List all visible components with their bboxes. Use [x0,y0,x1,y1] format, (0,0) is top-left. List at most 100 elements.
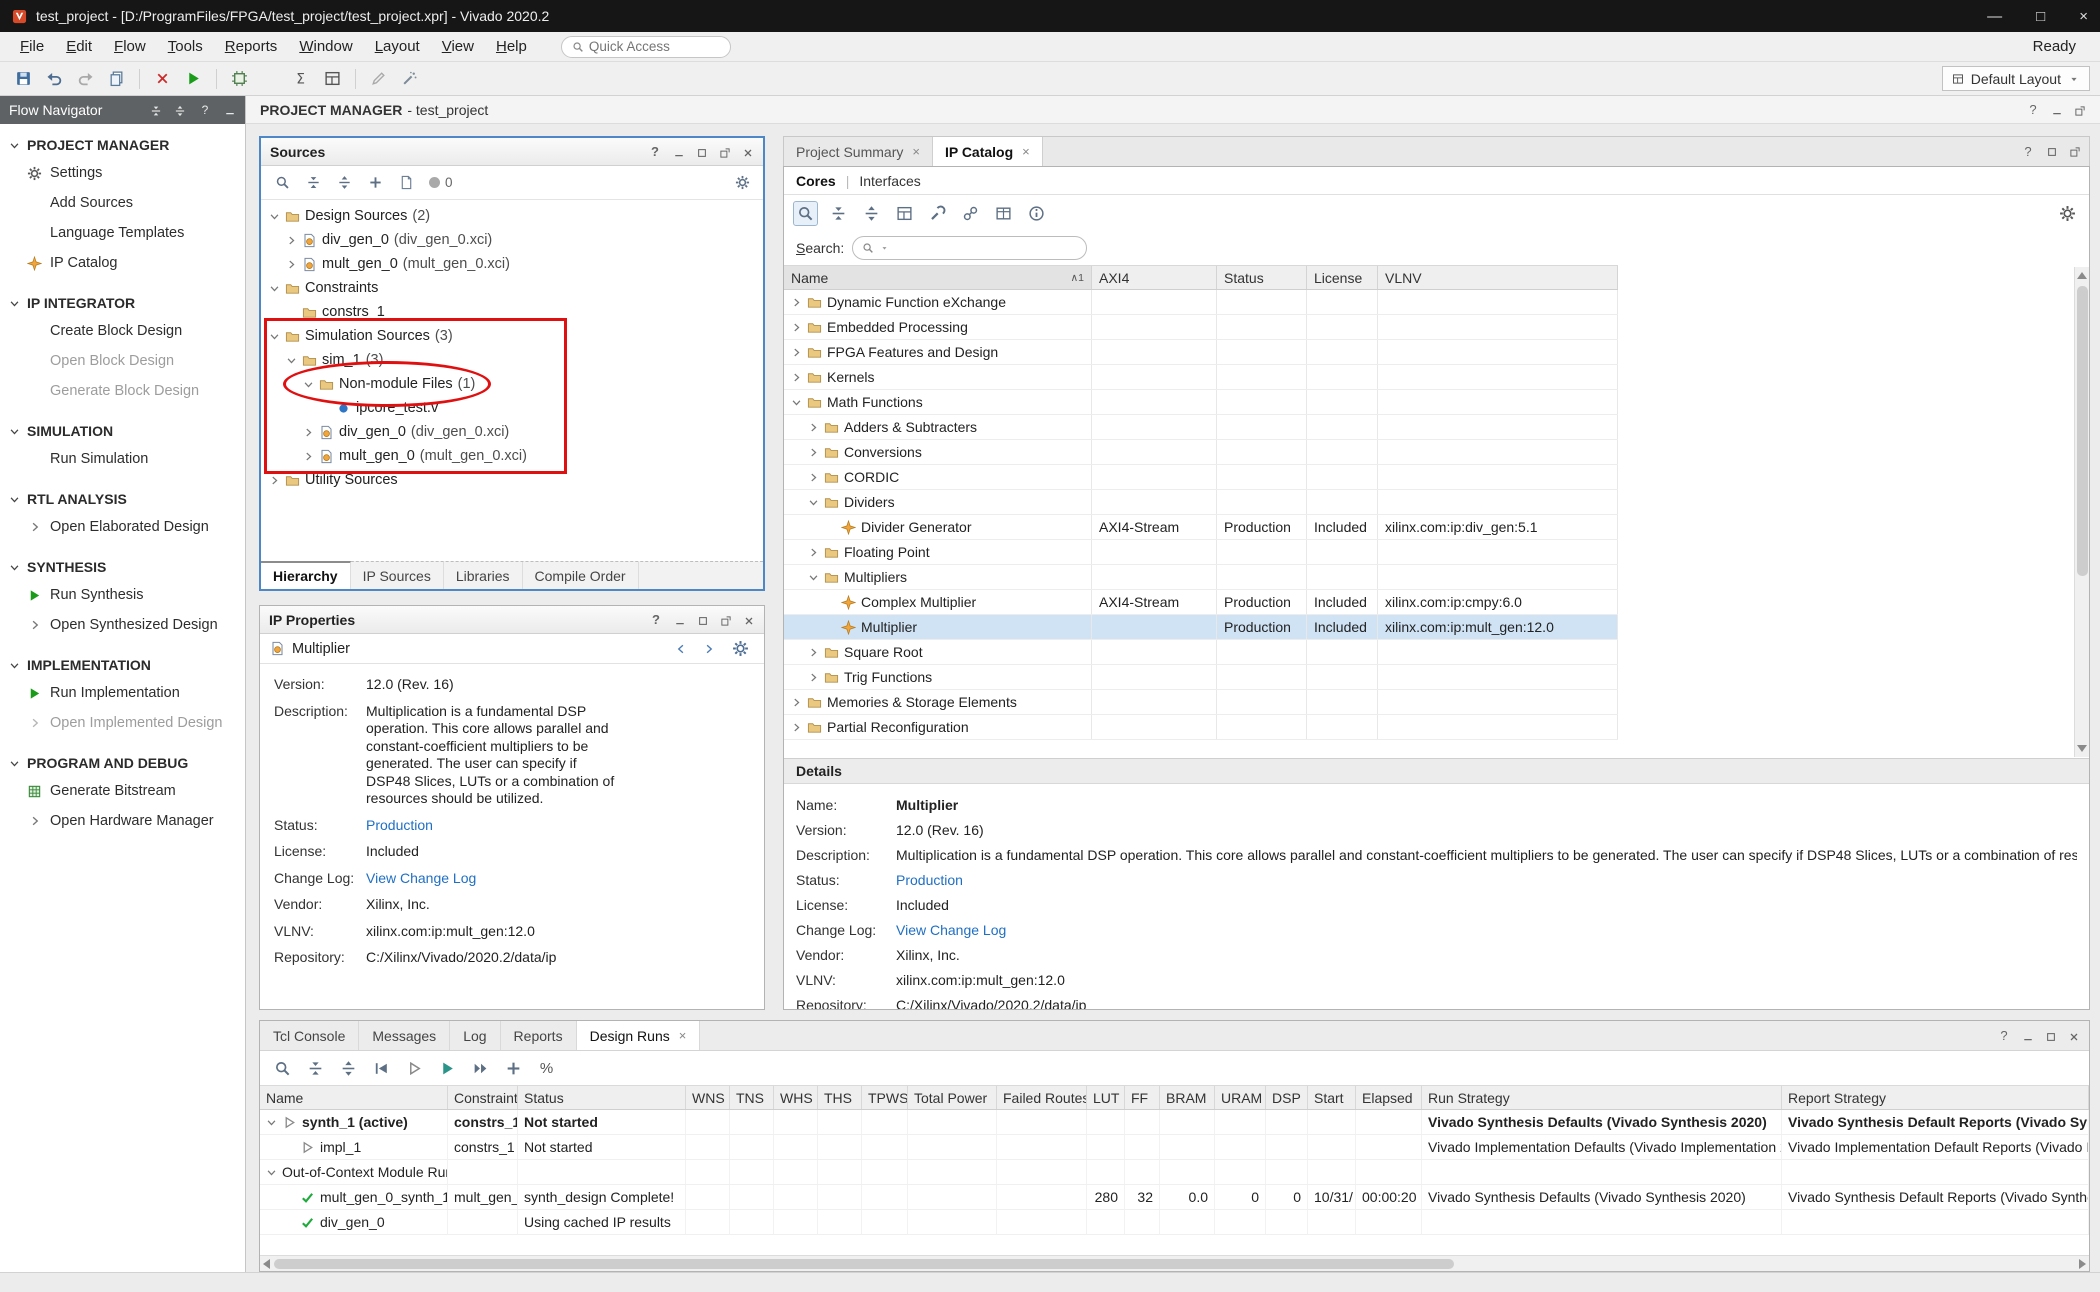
run-row-impl-1[interactable]: impl_1constrs_1Not startedVivado Impleme… [260,1135,2089,1160]
sources-tree-item-utility-sources[interactable]: Utility Sources [261,468,763,492]
sources-tree-item-div-gen-0[interactable]: div_gen_0 (div_gen_0.xci) [261,420,763,444]
details-header[interactable]: Details [784,758,2089,784]
chevron-collapsed-icon[interactable] [808,447,819,458]
runs-plus-button[interactable] [501,1056,526,1081]
sum-button[interactable] [288,66,315,92]
catalog-hierarchy-button[interactable] [892,201,917,226]
flow-section-header-ip-integrator[interactable]: IP INTEGRATOR [0,290,245,316]
menu-view[interactable]: View [432,35,484,58]
flow-section-header-implementation[interactable]: IMPLEMENTATION [0,652,245,678]
chevron-collapsed-icon[interactable] [269,475,280,486]
maximize-button[interactable] [697,612,709,628]
chevron-expanded-icon[interactable] [266,1117,277,1128]
run-row-synth-1-active[interactable]: synth_1 (active)constrs_1Not startedViva… [260,1110,2089,1135]
float-button[interactable] [720,612,732,628]
catalog-link-button[interactable] [958,201,983,226]
flow-item-open-block-design[interactable]: Open Block Design [0,346,245,376]
catalog-table-button[interactable] [991,201,1016,226]
sources-tab-libraries[interactable]: Libraries [444,562,523,589]
help-icon[interactable]: ? [198,103,212,117]
ip-core-row-divider-generator[interactable]: Divider GeneratorAXI4-StreamProductionIn… [784,515,1618,540]
close-icon[interactable]: × [912,144,920,159]
sources-panel-header[interactable]: Sources ? [261,138,763,166]
scrollbar-track[interactable] [274,1259,2075,1269]
close-button[interactable] [743,612,755,628]
close-button[interactable] [2068,1028,2080,1044]
sources-tree-item-mult-gen-0[interactable]: mult_gen_0 (mult_gen_0.xci) [261,252,763,276]
column-header-name[interactable]: Name [260,1086,448,1109]
sources-tab-hierarchy[interactable]: Hierarchy [261,561,351,589]
flow-section-header-program-and-debug[interactable]: PROGRAM AND DEBUG [0,750,245,776]
flow-item-ip-catalog[interactable]: IP Catalog [0,248,245,278]
sources-doc-button[interactable] [394,171,418,195]
column-header-start[interactable]: Start [1308,1086,1356,1109]
help-icon[interactable]: ? [2021,144,2035,159]
flow-item-open-synthesized-design[interactable]: Open Synthesized Design [0,610,245,640]
ip-category-row-floating-point[interactable]: Floating Point [784,540,1618,565]
tab-tcl-console[interactable]: Tcl Console [260,1021,359,1050]
menu-edit[interactable]: Edit [56,35,102,58]
float-button[interactable] [2074,102,2086,118]
float-button[interactable] [2069,143,2081,160]
expand-button[interactable] [174,102,186,118]
flow-item-add-sources[interactable]: Add Sources [0,188,245,218]
column-header-vlnv[interactable]: VLNV [1378,266,1618,289]
ip-catalog-settings-button[interactable] [2055,201,2080,226]
minimize-button[interactable] [673,144,685,160]
ip-properties-settings-button[interactable] [727,636,754,662]
chevron-expanded-icon[interactable] [791,397,802,408]
float-button[interactable] [719,144,731,160]
column-header-tpws[interactable]: TPWS [862,1086,908,1109]
sources-tree-item-div-gen-0[interactable]: div_gen_0 (div_gen_0.xci) [261,228,763,252]
ip-category-row-partial-reconfiguration[interactable]: Partial Reconfiguration [784,715,1618,740]
back-button[interactable] [671,639,691,659]
menu-help[interactable]: Help [486,35,537,58]
ip-category-row-math-functions[interactable]: Math Functions [784,390,1618,415]
window-maximize-button[interactable]: □ [2036,8,2045,25]
settings-button[interactable] [257,66,284,92]
runs-ffwd-button[interactable] [468,1056,493,1081]
ip-category-row-memories-storage-elements[interactable]: Memories & Storage Elements [784,690,1618,715]
ip-category-row-embedded-processing[interactable]: Embedded Processing [784,315,1618,340]
sources-tab-ip-sources[interactable]: IP Sources [351,562,444,589]
chevron-collapsed-icon[interactable] [791,322,802,333]
layout-selector[interactable]: Default Layout [1942,66,2090,91]
runs-collapse-button[interactable] [303,1056,328,1081]
chevron-collapsed-icon[interactable] [791,372,802,383]
run-row-mult-gen-0-synth-1[interactable]: mult_gen_0_synth_1mult_gen_0synth_design… [260,1185,2089,1210]
column-header-ff[interactable]: FF [1125,1086,1160,1109]
layout-button[interactable] [319,66,346,92]
flow-item-generate-bitstream[interactable]: Generate Bitstream [0,776,245,806]
undo-button[interactable] [41,66,68,92]
sources-tree-item-non-module-files[interactable]: Non-module Files (1) [261,372,763,396]
column-header-report-strategy[interactable]: Report Strategy [1782,1086,2089,1109]
runs-skipback-button[interactable] [369,1056,394,1081]
tab-log[interactable]: Log [450,1021,500,1050]
horizontal-scrollbar[interactable] [260,1255,2089,1271]
column-header-tns[interactable]: TNS [730,1086,774,1109]
menu-flow[interactable]: Flow [104,35,156,58]
ip-category-row-square-root[interactable]: Square Root [784,640,1618,665]
chevron-collapsed-icon[interactable] [791,722,802,733]
minimize-button[interactable] [674,612,686,628]
save-button[interactable] [10,66,37,92]
column-header-lut[interactable]: LUT [1087,1086,1125,1109]
chevron-collapsed-icon[interactable] [303,451,314,462]
vertical-scrollbar[interactable] [2074,267,2089,757]
column-header-failed-routes[interactable]: Failed Routes [997,1086,1087,1109]
chevron-collapsed-icon[interactable] [808,472,819,483]
flow-item-run-implementation[interactable]: Run Implementation [0,678,245,708]
ip-properties-header[interactable]: IP Properties ? [260,606,764,634]
ip-category-row-adders-subtracters[interactable]: Adders & Subtracters [784,415,1618,440]
subtab-interfaces[interactable]: Interfaces [859,173,920,189]
flow-item-open-elaborated-design[interactable]: Open Elaborated Design [0,512,245,542]
message-count-badge[interactable]: 0 [429,175,453,190]
flow-item-settings[interactable]: Settings [0,158,245,188]
ip-core-row-multiplier[interactable]: MultiplierProductionIncludedxilinx.com:i… [784,615,1618,640]
chevron-collapsed-icon[interactable] [791,297,802,308]
runs-play-button[interactable] [435,1056,460,1081]
sources-collapse-button[interactable] [301,171,325,195]
close-button[interactable] [742,144,754,160]
column-header-uram[interactable]: URAM [1215,1086,1266,1109]
sources-tab-compile-order[interactable]: Compile Order [523,562,639,589]
